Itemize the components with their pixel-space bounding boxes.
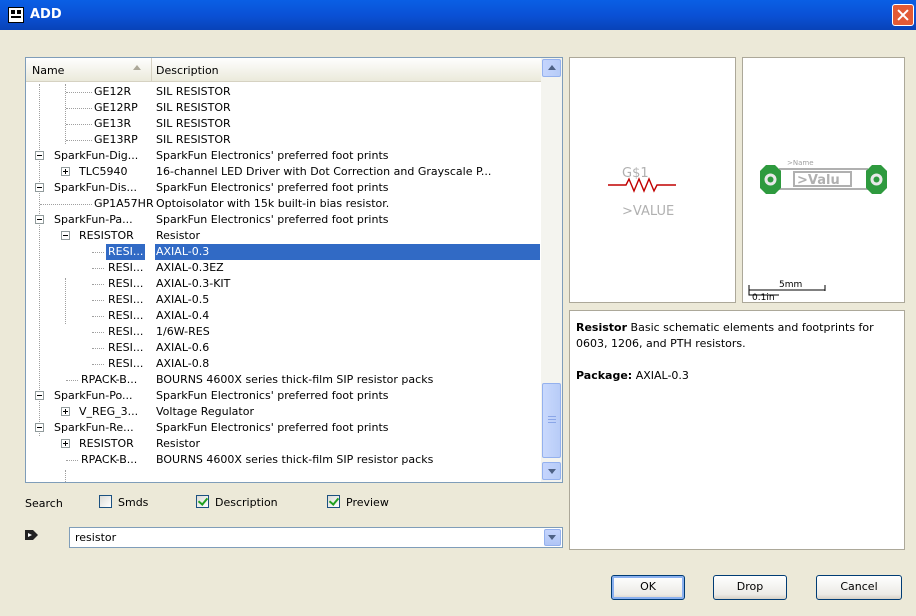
smds-label: Smds xyxy=(118,496,149,509)
list-item[interactable]: RESISTOR Resistor xyxy=(26,436,541,452)
collapse-icon[interactable] xyxy=(61,231,70,240)
expand-icon[interactable] xyxy=(61,407,70,416)
column-description-label: Description xyxy=(156,64,219,77)
column-name-label: Name xyxy=(32,64,65,77)
list-item[interactable]: RESI... 1/6W-RES xyxy=(26,324,541,340)
package-value-text: >Valu xyxy=(797,173,840,188)
description-title: Resistor xyxy=(576,321,628,334)
tree-rows: GE12R SIL RESISTOR GE12RP SIL RESISTOR GE1… xyxy=(26,84,541,468)
tree-line xyxy=(65,470,66,482)
list-item[interactable]: RESI... AXIAL-0.4 xyxy=(26,308,541,324)
list-item[interactable]: RPACK-B... BOURNS 4600X series thick-film… xyxy=(26,372,541,388)
search-history-dropdown[interactable] xyxy=(544,529,561,546)
scale-in-text: 0.1in xyxy=(752,293,775,302)
list-item[interactable]: SparkFun-Pa... SparkFun Electronics' pref… xyxy=(26,212,541,228)
search-input-value[interactable]: resistor xyxy=(75,531,116,544)
description-panel: Resistor Basic schematic elements and fo… xyxy=(569,310,905,550)
symbol-name-text: G$1 xyxy=(622,166,649,181)
collapse-icon[interactable] xyxy=(35,423,44,432)
description-label: Description xyxy=(215,496,278,509)
list-item[interactable]: GE12RP SIL RESISTOR xyxy=(26,100,541,116)
package-label: Package: xyxy=(576,369,633,382)
window-title: ADD xyxy=(30,7,62,22)
list-item[interactable]: SparkFun-Dis... SparkFun Electronics' pre… xyxy=(26,180,541,196)
preview-checkbox-box[interactable] xyxy=(327,495,340,508)
ok-button[interactable]: OK xyxy=(611,575,685,600)
sort-arrow-icon xyxy=(133,65,141,70)
list-item[interactable]: TLC5940 16-channel LED Driver with Dot Co… xyxy=(26,164,541,180)
scroll-thumb[interactable] xyxy=(542,383,561,458)
search-label: Search xyxy=(25,497,63,510)
list-item[interactable]: RESI... AXIAL-0.3EZ xyxy=(26,260,541,276)
package-name-text: >Name xyxy=(787,159,814,167)
collapse-icon[interactable] xyxy=(35,391,44,400)
smds-checkbox-box[interactable] xyxy=(99,495,112,508)
collapse-icon[interactable] xyxy=(35,215,44,224)
list-item[interactable]: GE12R SIL RESISTOR xyxy=(26,84,541,100)
column-header-description[interactable]: Description xyxy=(156,58,219,77)
list-item[interactable]: GE13RP SIL RESISTOR xyxy=(26,132,541,148)
search-arrow-icon xyxy=(25,530,38,540)
add-part-icon xyxy=(8,7,24,23)
symbol-value-text: >VALUE xyxy=(622,204,674,219)
description-checkbox-box[interactable] xyxy=(196,495,209,508)
resistor-symbol: G$1 >VALUE xyxy=(608,166,676,219)
scale-mm-text: 5mm xyxy=(779,280,802,290)
list-item[interactable]: SparkFun-Po... SparkFun Electronics' pref… xyxy=(26,388,541,404)
search-input[interactable]: resistor xyxy=(69,527,563,548)
chevron-down-icon xyxy=(548,469,556,474)
collapse-icon[interactable] xyxy=(35,183,44,192)
tree-scrollbar[interactable] xyxy=(541,58,562,482)
list-item[interactable]: V_REG_3... Voltage Regulator xyxy=(26,404,541,420)
library-tree[interactable]: Name Description GE12R SIL RESISTOR GE12R… xyxy=(25,57,563,483)
preview-label: Preview xyxy=(346,496,389,509)
resistor-footprint: >Name >Valu 5mm 0.1in xyxy=(748,159,887,303)
list-item[interactable]: GE13R SIL RESISTOR xyxy=(26,116,541,132)
list-item[interactable]: RESISTOR Resistor xyxy=(26,228,541,244)
list-item[interactable]: RESI... AXIAL-0.5 xyxy=(26,292,541,308)
list-item[interactable]: RESI... AXIAL-0.3-KIT xyxy=(26,276,541,292)
column-header-name[interactable]: Name xyxy=(26,58,152,82)
list-item[interactable]: SparkFun-Re... SparkFun Electronics' pref… xyxy=(26,420,541,436)
list-item[interactable]: SparkFun-Dig... SparkFun Electronics' pre… xyxy=(26,148,541,164)
expand-icon[interactable] xyxy=(61,439,70,448)
tree-header: Name Description xyxy=(26,58,541,82)
list-item[interactable]: RESI... AXIAL-0.8 xyxy=(26,356,541,372)
chevron-up-icon xyxy=(548,65,556,70)
cancel-button[interactable]: Cancel xyxy=(816,575,902,600)
close-icon[interactable] xyxy=(892,4,914,26)
list-item[interactable]: GP1A57HR Optoisolator with 15k built-in b… xyxy=(26,196,541,212)
list-item[interactable]: RPACK-B... BOURNS 4600X series thick-film… xyxy=(26,452,541,468)
scroll-down-button[interactable] xyxy=(542,462,561,480)
package-value: AXIAL-0.3 xyxy=(635,369,689,382)
list-item[interactable]: RESI... AXIAL-0.6 xyxy=(26,340,541,356)
drop-button[interactable]: Drop xyxy=(713,575,787,600)
expand-icon[interactable] xyxy=(61,167,70,176)
symbol-preview: G$1 >VALUE xyxy=(569,57,736,303)
collapse-icon[interactable] xyxy=(35,151,44,160)
list-item-selected[interactable]: RESI... AXIAL-0.3 xyxy=(26,244,541,260)
title-bar: ADD xyxy=(0,0,916,30)
scroll-up-button[interactable] xyxy=(542,59,561,77)
package-preview: >Name >Valu 5mm 0.1in xyxy=(742,57,905,303)
